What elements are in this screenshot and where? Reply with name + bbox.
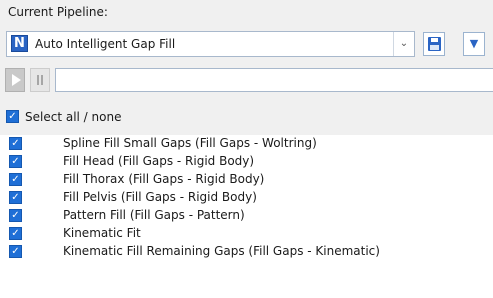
- operation-checkbox[interactable]: ✓: [9, 173, 22, 186]
- operation-checkbox[interactable]: ✓: [9, 227, 22, 240]
- operation-checkbox[interactable]: ✓: [9, 209, 22, 222]
- list-item[interactable]: ✓ Kinematic Fill Remaining Gaps (Fill Ga…: [0, 243, 493, 260]
- select-all-checkbox[interactable]: ✓: [6, 110, 19, 123]
- list-item[interactable]: ✓ Spline Fill Small Gaps (Fill Gaps - Wo…: [0, 135, 493, 152]
- operation-checkbox[interactable]: ✓: [9, 245, 22, 258]
- operation-label: Pattern Fill (Fill Gaps - Pattern): [63, 208, 245, 222]
- operation-label: Kinematic Fit: [63, 226, 141, 240]
- current-pipeline-label: Current Pipeline:: [8, 5, 108, 19]
- operation-label: Fill Head (Fill Gaps - Rigid Body): [63, 154, 255, 168]
- list-item[interactable]: ✓ Kinematic Fit: [0, 225, 493, 242]
- pipeline-status-field: [55, 68, 493, 92]
- operation-label: Spline Fill Small Gaps (Fill Gaps - Wolt…: [63, 136, 317, 150]
- pipeline-select[interactable]: N Auto Intelligent Gap Fill ⌄: [6, 31, 415, 57]
- run-pipeline-button[interactable]: [5, 68, 25, 92]
- chevron-down-icon[interactable]: ⌄: [393, 32, 414, 56]
- operation-label: Fill Pelvis (Fill Gaps - Rigid Body): [63, 190, 257, 204]
- pipeline-options-button[interactable]: ▼: [463, 32, 485, 56]
- list-item[interactable]: ✓ Fill Thorax (Fill Gaps - Rigid Body): [0, 171, 493, 188]
- save-icon: [428, 37, 441, 51]
- pipeline-name: Auto Intelligent Gap Fill: [35, 37, 176, 51]
- filter-dropdown-icon: ▼: [469, 37, 479, 50]
- select-all-row[interactable]: ✓ Select all / none: [0, 106, 493, 127]
- operation-checkbox[interactable]: ✓: [9, 137, 22, 150]
- operation-checkbox[interactable]: ✓: [9, 191, 22, 204]
- operation-label: Fill Thorax (Fill Gaps - Rigid Body): [63, 172, 265, 186]
- select-all-label: Select all / none: [25, 110, 122, 124]
- operation-label: Kinematic Fill Remaining Gaps (Fill Gaps…: [63, 244, 380, 258]
- list-item[interactable]: ✓ Pattern Fill (Fill Gaps - Pattern): [0, 207, 493, 224]
- list-item[interactable]: ✓ Fill Head (Fill Gaps - Rigid Body): [0, 153, 493, 170]
- operation-checkbox[interactable]: ✓: [9, 155, 22, 168]
- list-item[interactable]: ✓ Fill Pelvis (Fill Gaps - Rigid Body): [0, 189, 493, 206]
- pipeline-n-icon: N: [11, 35, 28, 52]
- pause-pipeline-button[interactable]: [30, 68, 50, 92]
- save-pipeline-button[interactable]: [423, 32, 445, 56]
